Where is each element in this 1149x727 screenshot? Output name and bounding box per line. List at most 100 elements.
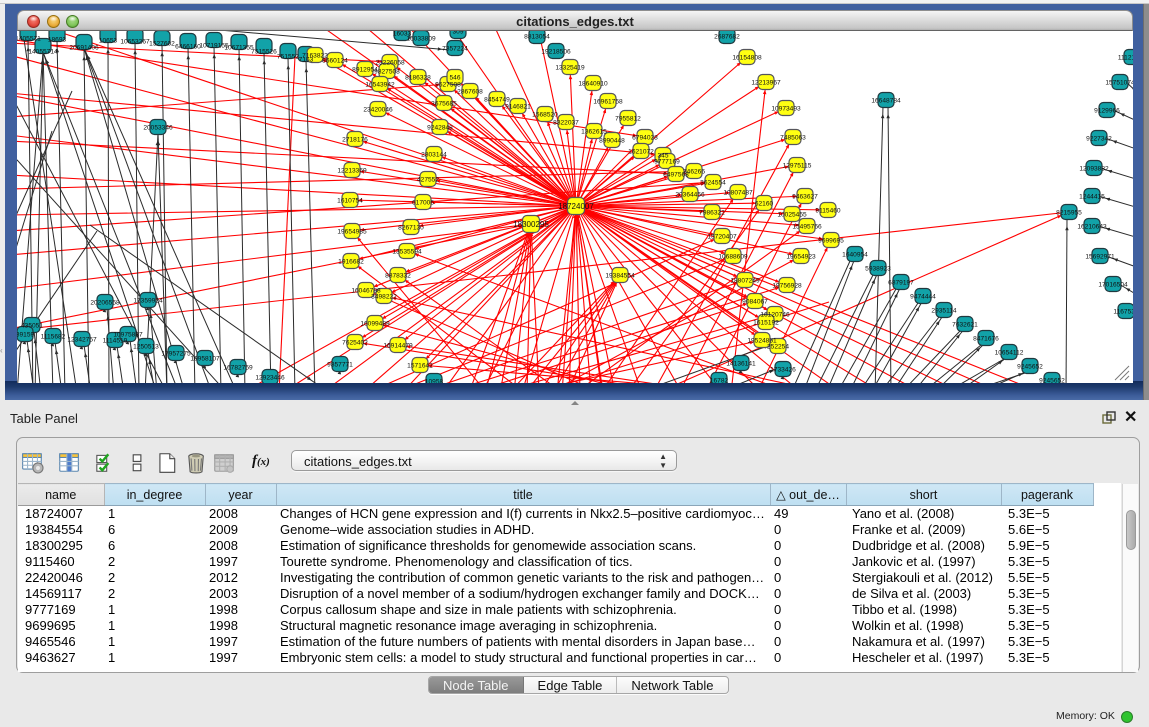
svg-text:9857771: 9857771 [327,361,353,368]
svg-text:9463627: 9463627 [792,193,818,200]
svg-text:17016504: 17016504 [1098,281,1128,288]
svg-text:1621072: 1621072 [628,148,654,155]
svg-text:1115682: 1115682 [41,333,66,340]
svg-text:9146821: 9146821 [505,103,531,110]
svg-text:9527508: 9527508 [435,81,461,88]
svg-text:13535594: 13535594 [392,248,422,255]
svg-text:1114519: 1114519 [103,337,128,344]
svg-text:10807487: 10807487 [723,189,753,196]
svg-text:15495766: 15495766 [792,223,822,230]
svg-text:8267130: 8267130 [398,224,424,231]
svg-text:10654112: 10654112 [995,349,1024,356]
svg-text:10025455: 10025455 [777,211,807,218]
svg-text:10973493: 10973493 [771,105,801,112]
svg-text:2867608: 2867608 [457,88,483,95]
svg-text:3624554: 3624554 [700,179,726,186]
svg-text:18300295: 18300295 [513,220,549,229]
svg-text:8660124: 8660124 [322,57,348,64]
svg-text:19384554: 19384554 [605,272,635,279]
svg-text:16648784: 16648784 [871,97,901,104]
svg-text:39159: 39159 [17,331,34,338]
svg-text:11121312: 11121312 [1118,54,1133,61]
svg-text:1571642: 1571642 [407,362,433,369]
svg-text:10671355: 10671355 [224,44,254,51]
svg-text:6879197: 6879197 [888,279,914,286]
svg-text:10958: 10958 [425,378,444,383]
svg-text:252254: 252254 [767,343,789,350]
svg-text:9777169: 9777169 [654,158,680,165]
svg-text:751552: 751552 [277,53,299,60]
svg-text:17957275: 17957275 [161,350,191,357]
svg-text:746266: 746266 [683,168,705,175]
svg-text:1527602: 1527602 [149,40,175,47]
svg-text:16543942: 16543942 [365,81,395,88]
svg-text:9245652: 9245652 [1017,363,1043,370]
svg-text:19218506: 19218506 [541,48,571,55]
svg-text:16914479: 16914479 [383,342,413,349]
svg-text:8186328: 8186328 [405,74,431,81]
svg-text:1916682: 1916682 [338,258,364,265]
svg-text:10688609: 10688609 [718,253,748,260]
svg-text:9227342: 9227342 [1086,135,1112,142]
svg-text:1733426: 1733426 [770,366,796,373]
svg-text:7357224: 7357224 [442,45,468,52]
svg-text:2718176: 2718176 [342,136,368,143]
svg-text:8878332: 8878332 [385,272,411,279]
svg-text:8454749: 8454749 [484,96,510,103]
svg-text:12093882: 12093882 [1079,165,1109,172]
svg-text:3498222: 3498222 [371,293,397,300]
svg-text:9129966: 9129966 [1094,107,1120,114]
svg-text:617006: 617006 [412,199,434,206]
svg-text:16154808: 16154808 [732,54,762,61]
svg-text:10958107: 10958107 [190,355,220,362]
svg-text:18807249: 18807249 [730,277,760,284]
svg-text:1362615: 1362615 [581,128,607,135]
svg-text:12213967: 12213967 [751,79,781,86]
svg-text:7625402: 7625402 [342,339,368,346]
svg-text:1640954: 1640954 [842,251,868,258]
svg-text:546: 546 [449,74,460,81]
svg-text:7986322: 7986322 [699,209,725,216]
svg-text:3675685: 3675685 [431,100,457,107]
svg-text:7515526: 7515526 [251,48,277,55]
svg-text:20691406: 20691406 [69,44,99,51]
svg-text:10975887: 10975887 [113,331,143,338]
svg-text:18724007: 18724007 [558,202,594,211]
svg-text:18640910: 18640910 [578,80,608,87]
svg-text:16099489: 16099489 [360,320,390,327]
svg-text:1405571: 1405571 [17,35,41,42]
svg-text:15751074: 15751074 [1105,79,1133,86]
svg-text:19654985: 19654985 [337,228,367,235]
svg-text:9827508: 9827508 [374,68,400,75]
svg-text:16210643: 16210643 [1077,223,1107,230]
svg-text:435051: 435051 [21,322,43,329]
svg-text:1568520: 1568520 [532,111,558,118]
svg-text:1610754: 1610754 [337,197,363,204]
svg-text:23420046: 23420046 [363,106,393,113]
svg-text:1244415: 1244415 [1079,193,1105,200]
svg-text:2935114: 2935114 [931,307,957,314]
svg-text:9245652: 9245652 [1039,377,1065,383]
svg-text:2803144: 2803144 [421,151,447,158]
svg-text:9242848: 9242848 [427,124,453,131]
svg-text:10653267: 10653267 [120,38,150,45]
svg-text:7955812: 7955812 [615,115,641,122]
svg-text:20053346: 20053346 [143,124,173,131]
svg-text:2687682: 2687682 [714,33,740,40]
svg-text:12213369: 12213369 [337,167,367,174]
svg-text:9084067: 9084067 [742,298,768,305]
svg-text:8813054: 8813054 [524,33,550,40]
svg-text:16033809: 16033809 [406,35,436,42]
svg-text:16782759: 16782759 [223,364,253,371]
svg-text:20206558: 20206558 [90,299,120,306]
svg-text:12342757: 12342757 [67,336,97,343]
svg-text:5938923: 5938923 [865,265,891,272]
svg-text:19654923: 19654923 [786,253,816,260]
svg-text:10653: 10653 [99,37,118,44]
svg-text:13325419: 13325419 [555,64,585,71]
svg-text:8912954: 8912954 [352,66,378,73]
svg-text:15692971: 15692971 [1085,253,1115,260]
svg-text:8471676: 8471676 [973,335,999,342]
svg-text:427552: 427552 [417,176,439,183]
svg-text:18693: 18693 [48,36,67,43]
